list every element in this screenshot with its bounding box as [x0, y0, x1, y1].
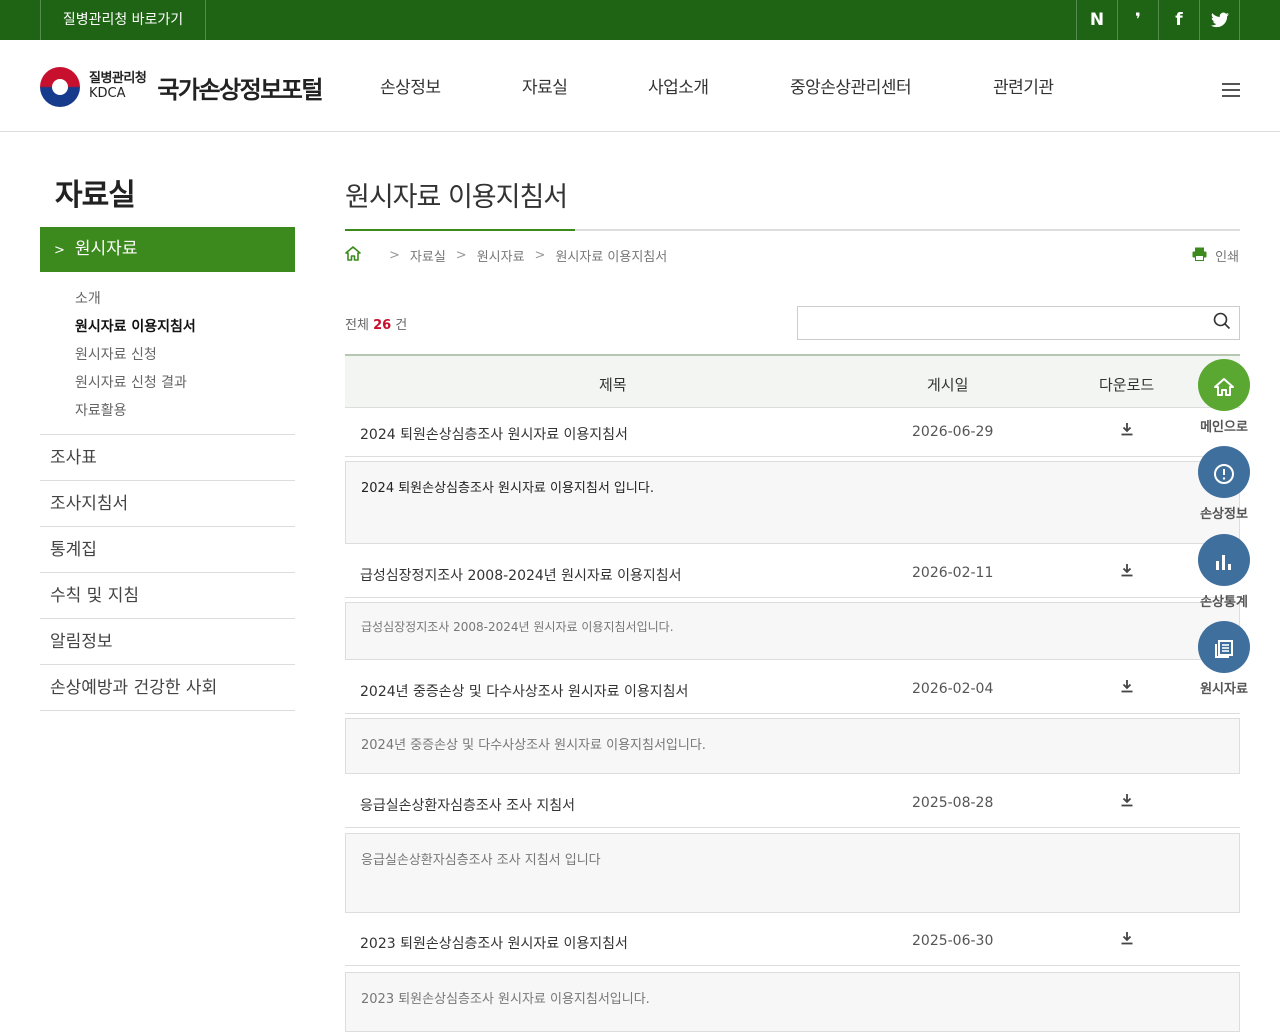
table-row[interactable]: 급성심장정지조사 2008-2024년 원시자료 이용지침서 2026-02-1… [345, 550, 1240, 598]
download-icon[interactable] [1120, 679, 1134, 697]
download-icon[interactable] [1120, 563, 1134, 581]
home-icon[interactable] [345, 246, 361, 265]
quick-menu-raw-data[interactable]: 원시자료 [1198, 621, 1250, 697]
submenu-item-intro[interactable]: 소개 [75, 288, 196, 316]
download-icon[interactable] [1120, 793, 1134, 811]
sidebar-item-questionnaire[interactable]: 조사표 [40, 435, 295, 481]
bar-chart-icon[interactable] [1198, 534, 1250, 586]
brunch-icon[interactable]: ❜ [1117, 0, 1158, 40]
sidebar-item-prevention[interactable]: 손상예방과 건강한 사회 [40, 665, 295, 711]
sidebar-item-survey-guide[interactable]: 조사지침서 [40, 481, 295, 527]
kdca-emblem-icon [40, 67, 80, 107]
document-icon[interactable] [1198, 621, 1250, 673]
column-title: 제목 [599, 376, 627, 394]
page-title: 원시자료 이용지침서 [345, 182, 568, 213]
sidebar-list: 조사표 조사지침서 통계집 수칙 및 지침 알림정보 손상예방과 건강한 사회 [40, 434, 295, 711]
quick-menu-label: 원시자료 [1200, 682, 1248, 697]
home-icon[interactable] [1198, 359, 1250, 411]
facebook-icon[interactable]: f [1158, 0, 1199, 40]
quick-menu-label: 손상통계 [1200, 595, 1248, 610]
row-title[interactable]: 2024 퇴원손상심층조사 원시자료 이용지침서 [360, 424, 628, 444]
portal-title: 국가손상정보포털 [157, 75, 323, 104]
search-input[interactable] [797, 306, 1240, 340]
sidebar-active-label: 원시자료 [74, 239, 138, 259]
breadcrumb-separator-icon: > [455, 248, 467, 263]
quick-menu-injury-info[interactable]: 손상정보 [1198, 446, 1250, 522]
gnb-item-injury-info[interactable]: 손상정보 [380, 73, 441, 98]
twitter-icon[interactable] [1199, 0, 1240, 40]
logo-org-abbr: KDCA [89, 86, 126, 101]
download-icon[interactable] [1120, 422, 1134, 440]
quick-menu-main[interactable]: 메인으로 [1198, 359, 1250, 435]
kdca-shortcut-link[interactable]: 질병관리청 바로가기 [40, 0, 206, 40]
sidebar-item-raw-data[interactable]: > 원시자료 [40, 227, 295, 272]
sidebar-item-rules[interactable]: 수칙 및 지침 [40, 573, 295, 619]
row-date: 2026-06-29 [912, 424, 994, 440]
logo-org-name: 질병관리청 [89, 71, 147, 87]
row-description: 급성심장정지조사 2008-2024년 원시자료 이용지침서입니다. [345, 602, 1240, 660]
breadcrumb-separator-icon: > [534, 248, 546, 263]
table-header: 제목 게시일 다운로드 [345, 354, 1240, 408]
table-row[interactable]: 2023 퇴원손상심층조사 원시자료 이용지침서 2025-06-30 [345, 918, 1240, 966]
gnb-item-related-orgs[interactable]: 관련기관 [993, 73, 1054, 98]
column-date: 게시일 [927, 376, 969, 394]
row-date: 2026-02-11 [912, 565, 994, 581]
submenu-item-guide[interactable]: 원시자료 이용지침서 [75, 316, 196, 344]
sidebar-submenu: 소개 원시자료 이용지침서 원시자료 신청 원시자료 신청 결과 자료활용 [75, 288, 196, 428]
alert-icon[interactable] [1198, 446, 1250, 498]
submenu-item-request[interactable]: 원시자료 신청 [75, 344, 196, 372]
breadcrumb-separator-icon: > [389, 248, 400, 263]
chevron-right-icon: > [54, 243, 65, 258]
submenu-item-usage[interactable]: 자료활용 [75, 400, 196, 428]
sidebar-item-statistics[interactable]: 통계집 [40, 527, 295, 573]
gnb-item-central-center[interactable]: 중앙손상관리센터 [790, 73, 912, 98]
breadcrumb-item-archive[interactable]: 자료실 [410, 246, 446, 265]
naver-blog-icon[interactable]: N [1076, 0, 1117, 40]
row-description: 응급실손상환자심층조사 조사 지침서 입니다 [345, 833, 1240, 913]
print-label: 인쇄 [1215, 250, 1240, 265]
quick-menu-injury-stats[interactable]: 손상통계 [1198, 534, 1250, 610]
search-icon[interactable] [1213, 312, 1231, 335]
total-count-number: 26 [373, 318, 392, 333]
row-title[interactable]: 2024년 중증손상 및 다수사상조사 원시자료 이용지침서 [360, 681, 688, 701]
row-date: 2025-06-30 [912, 933, 994, 949]
social-links: N ❜ f [1076, 0, 1240, 40]
row-description: 2024 퇴원손상심층조사 원시자료 이용지침서 입니다. [345, 461, 1240, 544]
hamburger-menu-icon[interactable] [1222, 83, 1240, 97]
row-description: 2024년 중증손상 및 다수사상조사 원시자료 이용지침서입니다. [345, 718, 1240, 774]
gnb-item-archive[interactable]: 자료실 [522, 73, 568, 98]
quick-menu-label: 메인으로 [1200, 420, 1248, 435]
row-title[interactable]: 응급실손상환자심층조사 조사 지침서 [360, 795, 575, 815]
breadcrumb: > 자료실 > 원시자료 > 원시자료 이용지침서 [345, 246, 667, 265]
total-count: 전체 26 건 [345, 318, 408, 333]
row-date: 2025-08-28 [912, 795, 994, 811]
row-date: 2026-02-04 [912, 681, 994, 697]
gnb-item-business[interactable]: 사업소개 [648, 73, 709, 98]
table-row[interactable]: 2024년 중증손상 및 다수사상조사 원시자료 이용지침서 2026-02-0… [345, 666, 1240, 714]
table-row[interactable]: 2024 퇴원손상심층조사 원시자료 이용지침서 2026-06-29 [345, 409, 1240, 457]
sidebar-title: 자료실 [55, 178, 136, 213]
sidebar-item-notices[interactable]: 알림정보 [40, 619, 295, 665]
row-title[interactable]: 급성심장정지조사 2008-2024년 원시자료 이용지침서 [360, 565, 682, 585]
row-title[interactable]: 2023 퇴원손상심층조사 원시자료 이용지침서 [360, 933, 628, 953]
table-row[interactable]: 응급실손상환자심층조사 조사 지침서 2025-08-28 [345, 780, 1240, 828]
printer-icon [1192, 247, 1211, 265]
print-button[interactable]: 인쇄 [1192, 246, 1239, 265]
download-icon[interactable] [1120, 931, 1134, 949]
submenu-item-request-result[interactable]: 원시자료 신청 결과 [75, 372, 196, 400]
breadcrumb-item-guide[interactable]: 원시자료 이용지침서 [555, 246, 667, 265]
top-bar: 질병관리청 바로가기 N ❜ f [0, 0, 1280, 40]
title-divider [345, 229, 1240, 231]
row-description: 2023 퇴원손상심층조사 원시자료 이용지침서입니다. [345, 972, 1240, 1032]
site-logo[interactable]: 질병관리청 KDCA 국가손상정보포털 [40, 67, 323, 107]
quick-menu-label: 손상정보 [1200, 507, 1248, 522]
breadcrumb-item-raw-data[interactable]: 원시자료 [477, 246, 525, 265]
column-download: 다운로드 [1099, 376, 1155, 394]
site-header: 질병관리청 KDCA 국가손상정보포털 손상정보 자료실 사업소개 중앙손상관리… [0, 40, 1280, 132]
